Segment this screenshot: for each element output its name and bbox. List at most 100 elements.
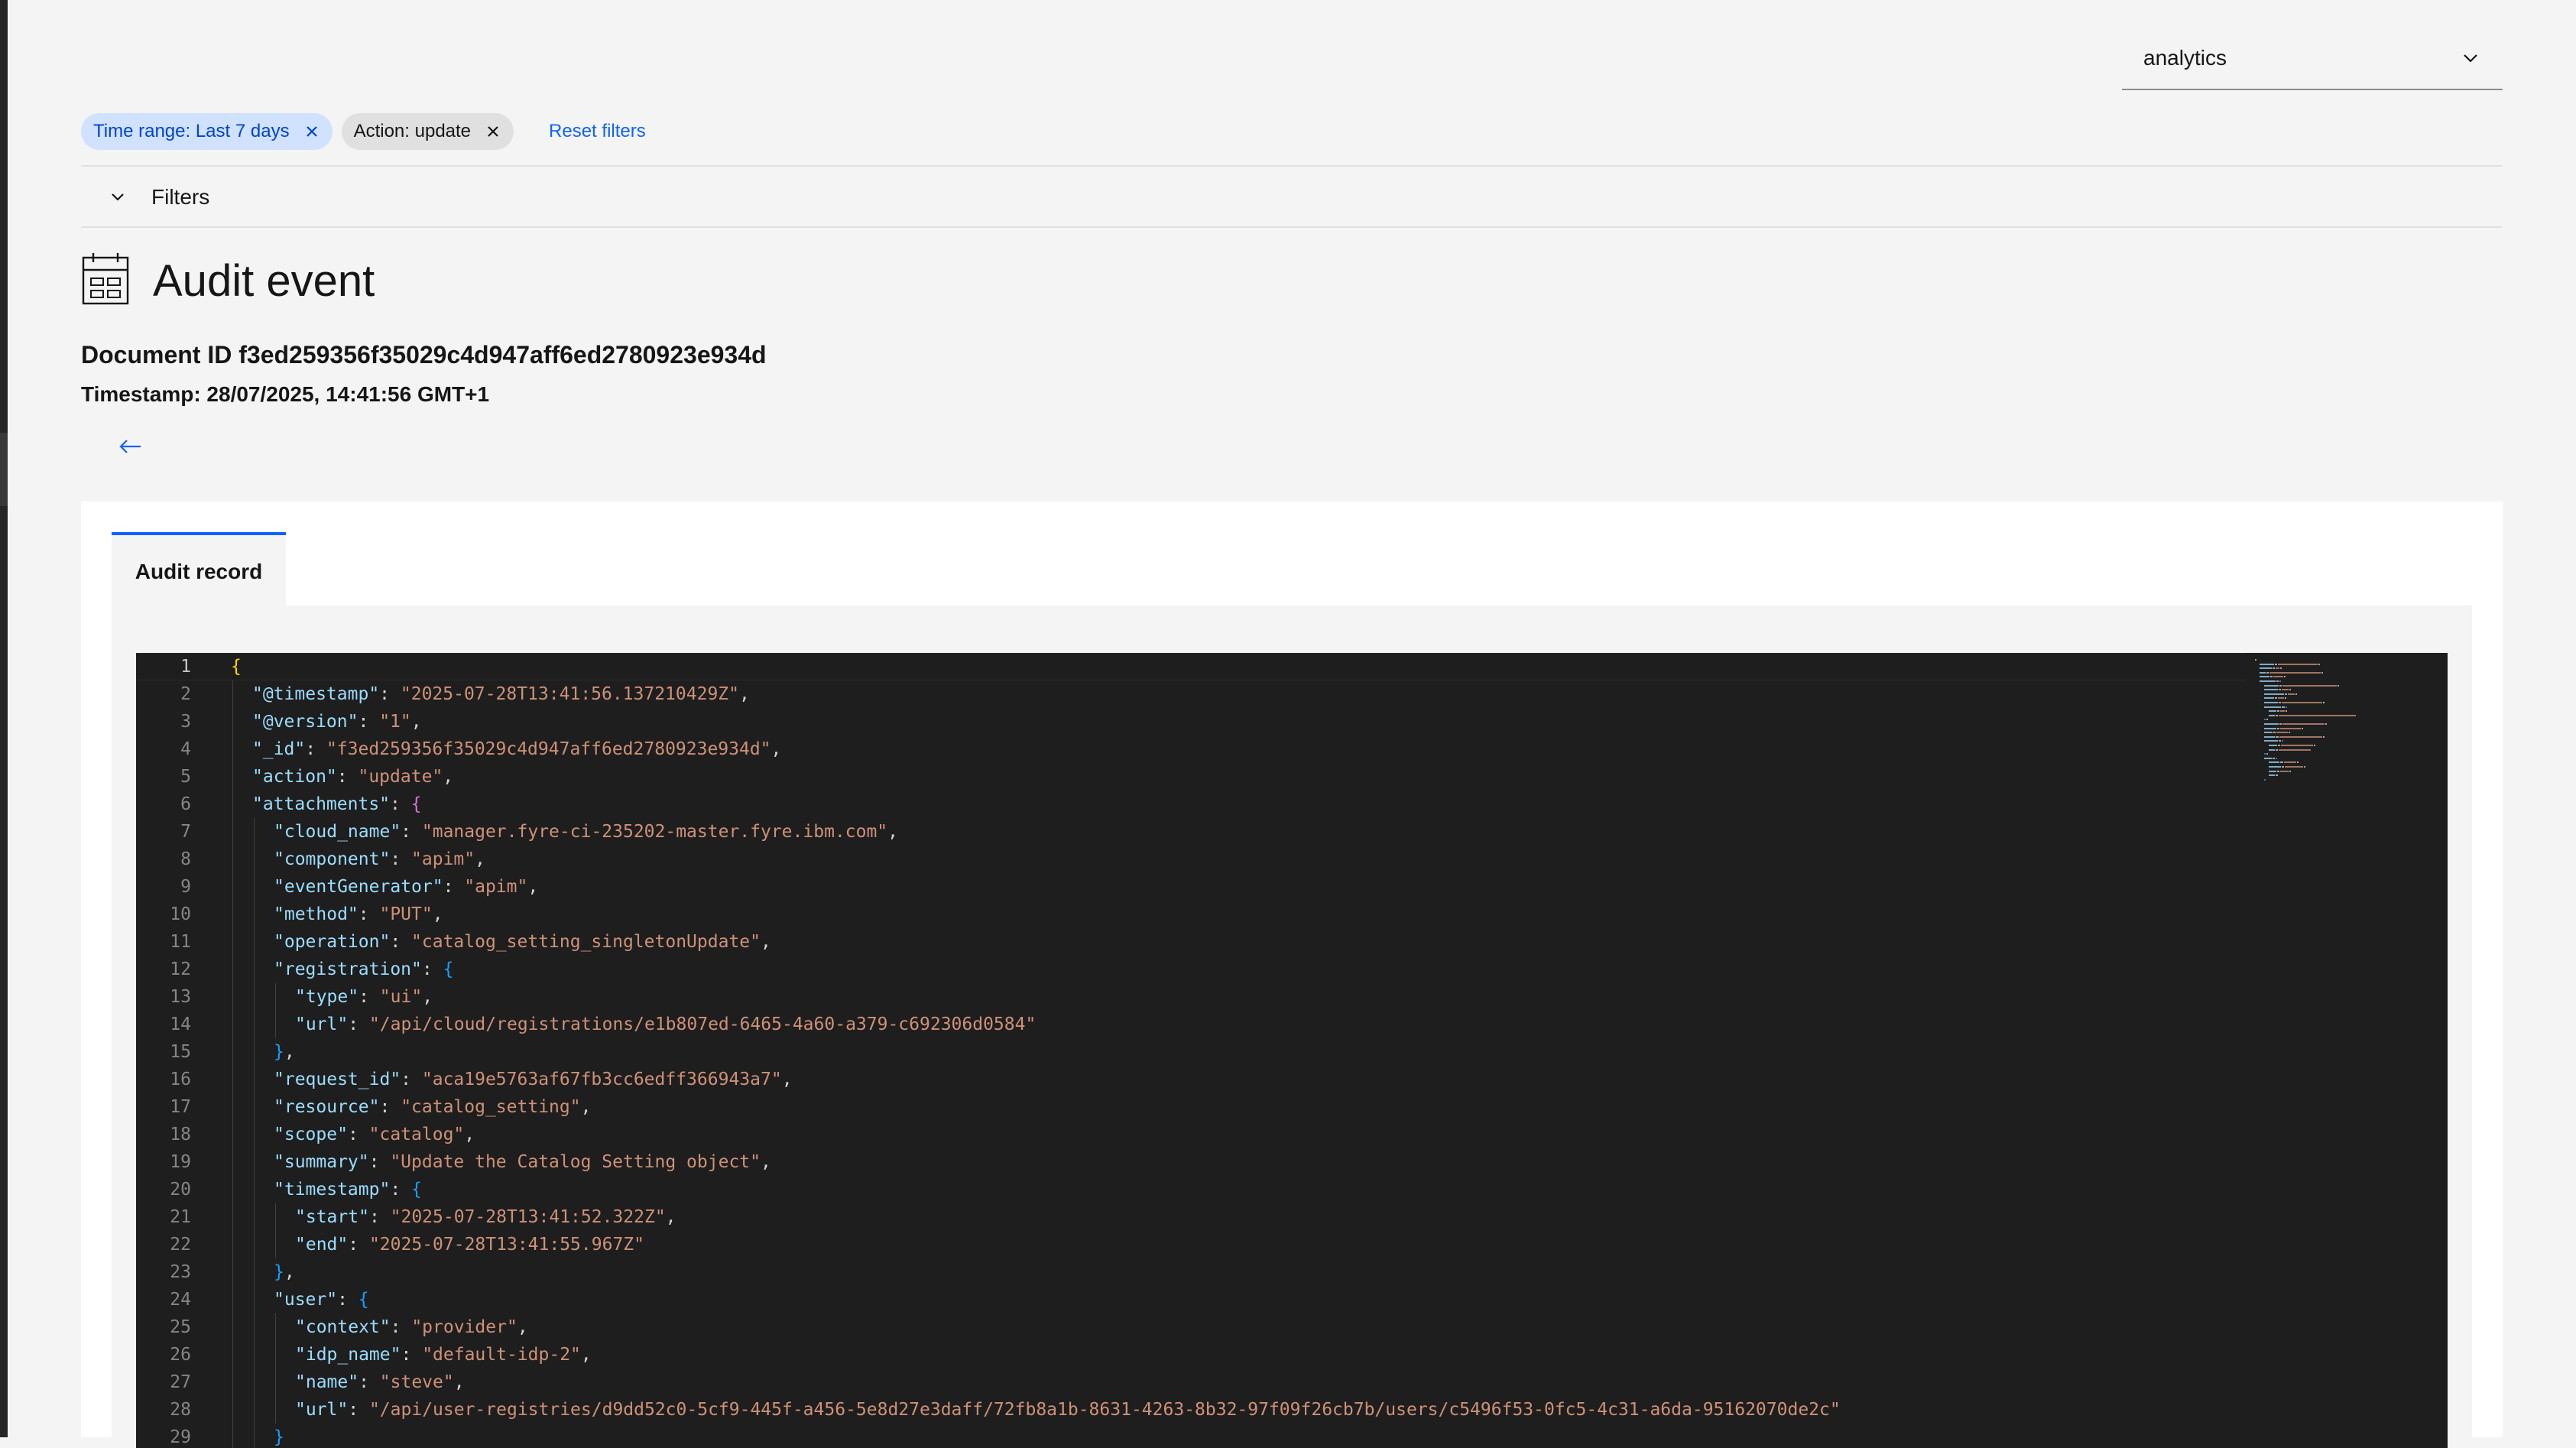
minimap-line: [2295, 693, 2298, 695]
line-number: 8: [180, 849, 191, 869]
minimap-line: [2279, 684, 2282, 687]
line-number: 14: [170, 1015, 191, 1034]
minimap-line: [2264, 735, 2276, 738]
code-line: 21 "start": "2025-07-28T13:41:52.322Z",: [136, 1203, 2246, 1231]
code-line: 26 "idp_name": "default-idp-2",: [136, 1341, 2246, 1368]
reset-filters-link[interactable]: Reset filters: [549, 121, 646, 142]
tab-audit-record[interactable]: Audit record: [112, 532, 286, 609]
close-icon[interactable]: [302, 122, 322, 141]
editor-minimap[interactable]: [2249, 653, 2448, 1448]
indent-guide: [254, 1258, 255, 1286]
line-number: 3: [180, 712, 191, 732]
indent-guide: [254, 1011, 255, 1038]
code-text: "summary": "Update the Catalog Setting o…: [274, 1152, 771, 1172]
minimap-line: [2278, 745, 2281, 746]
minimap-line: [2276, 748, 2279, 751]
code-line: 13 "type": "ui",: [136, 983, 2246, 1011]
minimap-line: [2282, 723, 2325, 725]
code-text: "action": "update",: [252, 767, 454, 787]
filter-tag-label: Time range: Last 7 days: [93, 121, 290, 141]
minimap-line: [2283, 676, 2286, 678]
minimap-line: [2264, 740, 2278, 742]
indent-guide: [232, 1313, 233, 1341]
filter-tag-label: Action: update: [353, 121, 472, 141]
close-icon[interactable]: [483, 122, 503, 141]
indent-guide: [232, 818, 233, 846]
code-line: 17 "resource": "catalog_setting",: [136, 1093, 2246, 1121]
minimap-line: [2285, 706, 2287, 708]
indent-guide: [232, 1093, 233, 1121]
minimap-line: [2266, 719, 2268, 721]
minimap-line: [2269, 710, 2276, 713]
minimap-line: [2275, 663, 2278, 665]
code-text: "scope": "catalog",: [274, 1125, 475, 1144]
line-number: 4: [180, 739, 191, 759]
instance-selector[interactable]: analytics: [2122, 28, 2503, 90]
json-code-editor[interactable]: 1{2 "@timestamp": "2025-07-28T13:41:56.13…: [136, 653, 2448, 1448]
code-line: 10 "method": "PUT",: [136, 901, 2246, 928]
minimap-line: [2280, 667, 2282, 670]
divider: [81, 226, 2503, 228]
code-text: "attachments": {: [252, 794, 422, 814]
minimap-line: [2322, 702, 2325, 703]
code-line: 16 "request_id": "aca19e5763af67fb3cc6edf…: [136, 1066, 2246, 1093]
code-text: "@version": "1",: [252, 712, 422, 732]
minimap-line: [2264, 697, 2274, 700]
line-number: 7: [180, 822, 191, 842]
minimap-line: [2269, 671, 2321, 674]
line-number: 17: [170, 1097, 191, 1117]
minimap-line: [2304, 766, 2306, 768]
line-number: 29: [170, 1427, 191, 1447]
code-line: 2 "@timestamp": "2025-07-28T13:41:56.1372…: [136, 680, 2246, 708]
minimap-line: [2283, 761, 2296, 764]
code-text: "start": "2025-07-28T13:41:52.322Z",: [295, 1207, 676, 1227]
indent-guide: [232, 1121, 233, 1148]
arrow-left-icon: [118, 437, 142, 459]
indent-guide: [275, 1341, 276, 1368]
minimap-line: [2325, 723, 2327, 725]
page-header: Audit event: [81, 249, 375, 312]
indent-guide: [254, 1368, 255, 1396]
indent-guide: [232, 1038, 233, 1066]
minimap-line: [2269, 676, 2273, 678]
minimap-line: [2282, 706, 2285, 708]
indent-guide: [254, 901, 255, 928]
code-text: "url": "/api/user-registries/d9dd52c0-5c…: [295, 1400, 1841, 1420]
code-line: 29}: [136, 1424, 2246, 1448]
indent-guide: [254, 1176, 255, 1203]
minimap-line: [2337, 684, 2339, 687]
minimap-line: [2269, 770, 2276, 772]
minimap-line: [2264, 757, 2272, 759]
code-text: "@timestamp": "2025-07-28T13:41:56.13721…: [252, 684, 750, 704]
minimap-line: [2269, 766, 2281, 768]
event-timestamp: Timestamp: 28/07/2025, 14:41:56 GMT+1: [81, 382, 490, 406]
minimap-line: [2273, 732, 2276, 734]
indent-guide: [232, 680, 233, 708]
code-text: "registration": {: [274, 959, 454, 979]
minimap-line: [2260, 667, 2272, 670]
minimap-line: [2286, 710, 2288, 713]
minimap-line: [2260, 676, 2269, 678]
indent-guide: [232, 1066, 233, 1093]
minimap-line: [2264, 684, 2279, 687]
minimap-line: [2289, 770, 2291, 772]
line-number: 18: [170, 1125, 191, 1144]
minimap-line: [2277, 727, 2280, 729]
back-button[interactable]: [110, 428, 150, 468]
indent-guide: [232, 928, 233, 956]
line-number: 23: [170, 1262, 191, 1282]
indent-guide: [232, 763, 233, 791]
indent-guide: [254, 1066, 255, 1093]
code-text: "user": {: [274, 1290, 369, 1310]
minimap-line: [2264, 689, 2278, 691]
filters-accordion-toggle[interactable]: Filters: [81, 167, 209, 228]
indent-guide: [275, 983, 276, 1011]
line-number: 22: [170, 1235, 191, 1255]
minimap-line: [2273, 667, 2276, 670]
code-line: 19 "summary": "Update the Catalog Setting…: [136, 1148, 2246, 1176]
indent-guide: [232, 846, 233, 873]
code-text: "name": "steve",: [295, 1372, 465, 1392]
line-number: 12: [170, 959, 191, 979]
filter-tag-action: Action: update: [341, 113, 514, 150]
minimap-line: [2287, 693, 2295, 695]
